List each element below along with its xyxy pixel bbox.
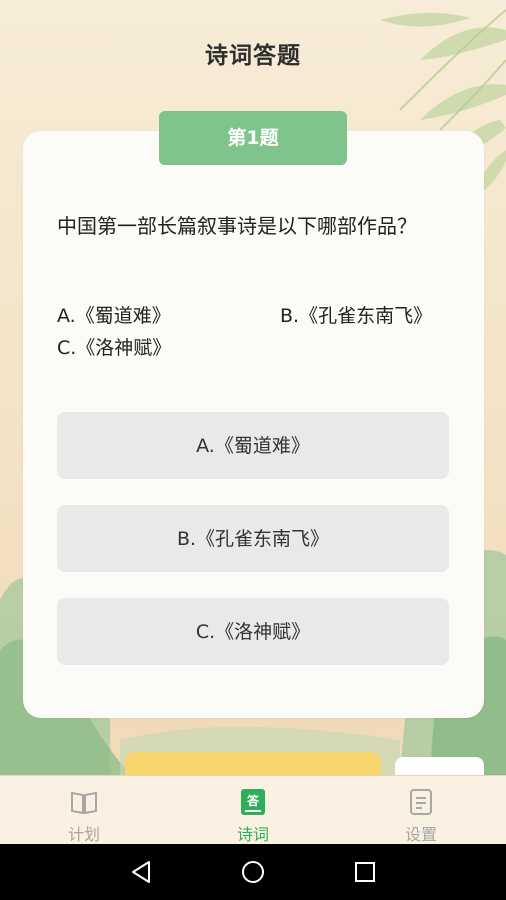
bottom-tab-bar: 计划 答 诗词 设置 (0, 775, 506, 845)
svg-text:答: 答 (247, 793, 260, 808)
option-text-b: B.《孔雀东南飞》 (280, 305, 433, 327)
document-icon (410, 789, 432, 815)
tab-settings[interactable]: 设置 (361, 776, 481, 845)
option-text-c: C.《洛神赋》 (57, 337, 172, 359)
answer-icon: 答 (241, 789, 265, 815)
page-title: 诗词答题 (205, 43, 301, 69)
tab-plan-label: 计划 (67, 825, 100, 844)
tab-plan[interactable]: 计划 (24, 776, 144, 845)
tab-poetry-label: 诗词 (236, 825, 269, 844)
home-icon[interactable] (239, 858, 267, 886)
answer-button-b[interactable]: B.《孔雀东南飞》 (57, 505, 449, 572)
question-number-badge: 第1题 (159, 111, 347, 165)
tab-poetry[interactable]: 答 诗词 (193, 776, 313, 845)
system-navigation-bar (0, 844, 506, 900)
tab-settings-label: 设置 (404, 825, 437, 844)
book-icon (71, 792, 97, 814)
question-text: 中国第一部长篇叙事诗是以下哪部作品？ (57, 214, 417, 238)
option-text-a: A.《蜀道难》 (57, 305, 171, 327)
answer-button-a[interactable]: A.《蜀道难》 (57, 412, 449, 479)
back-icon[interactable] (127, 858, 155, 886)
recents-icon[interactable] (351, 858, 379, 886)
answer-button-c[interactable]: C.《洛神赋》 (57, 598, 449, 665)
